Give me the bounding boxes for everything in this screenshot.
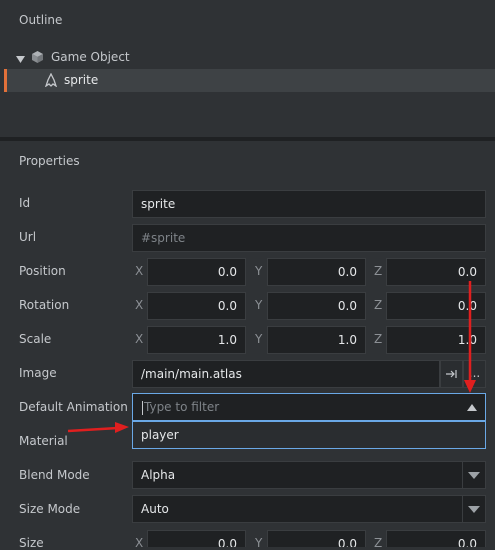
annotation-arrowhead-down (464, 380, 476, 393)
annotation-arrows (67, 281, 476, 433)
annotation-arrow-right (67, 426, 119, 433)
annotation-arrowhead-right (115, 422, 129, 433)
